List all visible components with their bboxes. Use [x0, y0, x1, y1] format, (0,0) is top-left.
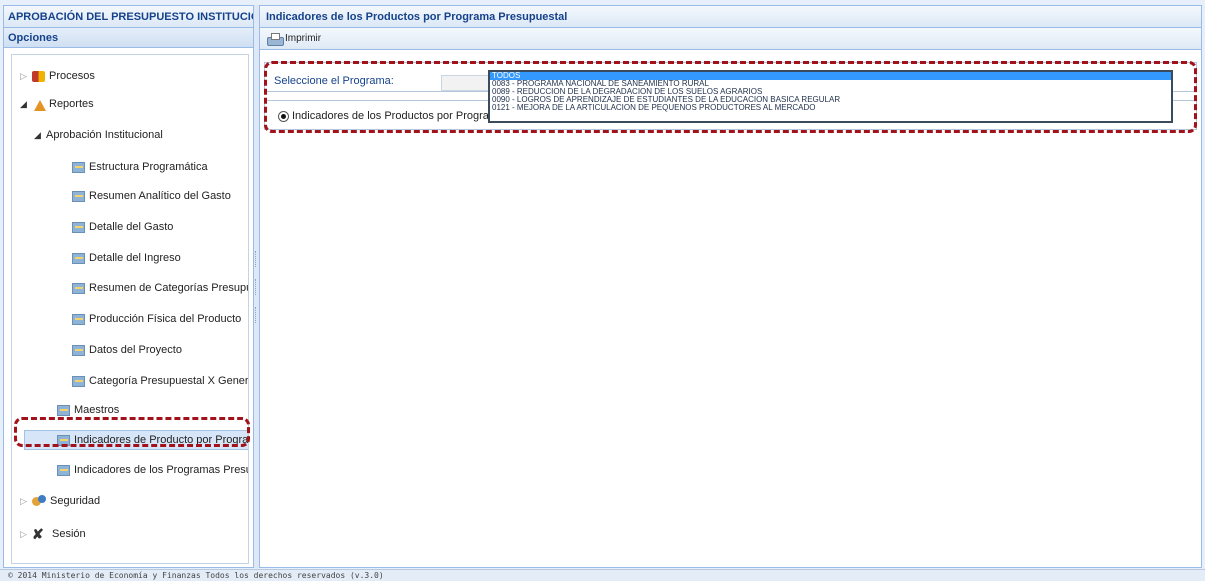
- report-leaf-icon: [72, 314, 85, 325]
- print-button[interactable]: Imprimir: [264, 30, 324, 48]
- report-leaf-icon: [72, 376, 85, 387]
- tree-item-datos-proyecto[interactable]: Datos del Proyecto: [72, 341, 182, 359]
- books-icon: [32, 70, 45, 82]
- tree-label: Datos del Proyecto: [89, 344, 182, 356]
- tree-label: Resumen de Categorías Presupuestales: [89, 282, 249, 294]
- tree-node-aprobacion[interactable]: ◢ Aprobación Institucional: [34, 126, 163, 144]
- panel-title: APROBACIÓN DEL PRESUPUESTO INSTITUCIONAL: [4, 6, 253, 28]
- report-leaf-icon: [57, 405, 70, 416]
- tree-node-sesion[interactable]: ▷ ✘ Sesión: [20, 525, 86, 543]
- footer-copyright: © 2014 Ministerio de Economía y Finanzas…: [0, 569, 1205, 581]
- tree-item-detalle-ingreso[interactable]: Detalle del Ingreso: [72, 249, 181, 267]
- tree-label: Procesos: [49, 70, 95, 82]
- tree-item-indicadores-programas[interactable]: Indicadores de los Programas Presupuesta…: [57, 461, 248, 479]
- app-window: APROBACIÓN DEL PRESUPUESTO INSTITUCIONAL…: [0, 0, 1205, 581]
- tree-label: Sesión: [52, 528, 86, 540]
- expand-arrow-icon[interactable]: ▷: [20, 67, 32, 85]
- collapse-arrow-icon[interactable]: ◢: [34, 126, 46, 144]
- report-leaf-icon: [72, 345, 85, 356]
- panel-subtitle: Opciones: [4, 28, 253, 48]
- tree-node-procesos[interactable]: ▷ Procesos: [20, 67, 95, 85]
- report-leaf-icon: [72, 162, 85, 173]
- tree-item-detalle-gasto[interactable]: Detalle del Gasto: [72, 218, 173, 236]
- tree-label: Detalle del Gasto: [89, 221, 174, 233]
- tree-node-reportes[interactable]: ◢ Reportes: [20, 95, 94, 113]
- printer-icon: [267, 32, 284, 46]
- tree-label: Aprobación Institucional: [46, 129, 163, 141]
- report-leaf-icon: [57, 465, 70, 476]
- tree-label: Indicadores de los Programas Presupuesta…: [74, 464, 248, 476]
- tree-item-produccion-fisica[interactable]: Producción Física del Producto: [72, 310, 241, 328]
- tree-node-seguridad[interactable]: ▷ Seguridad: [20, 492, 100, 510]
- report-leaf-icon: [72, 191, 85, 202]
- collapse-arrow-icon[interactable]: ◢: [20, 95, 32, 113]
- highlight-annotation: [14, 417, 250, 447]
- tree-item-resumen-categorias[interactable]: Resumen de Categorías Presupuestales: [72, 279, 249, 297]
- tree-item-categoria-generica[interactable]: Categoría Presupuestal X Generica: [72, 372, 249, 390]
- reports-icon: [32, 99, 46, 111]
- expand-arrow-icon[interactable]: ▷: [20, 525, 32, 543]
- tree-label: Resumen Analítico del Gasto: [89, 190, 231, 202]
- tree-label: Seguridad: [50, 495, 101, 507]
- tree-label: Estructura Programática: [89, 161, 208, 173]
- users-icon: [32, 494, 46, 508]
- tree-label: Reportes: [49, 98, 94, 110]
- highlight-annotation: [264, 61, 1197, 133]
- toolbar: Imprimir: [260, 28, 1201, 50]
- tree-item-estructura-programatica[interactable]: Estructura Programática: [72, 158, 208, 176]
- report-leaf-icon: [72, 253, 85, 264]
- report-title: Indicadores de los Productos por Program…: [260, 6, 1201, 28]
- options-tree: ▷ Procesos ◢ Reportes ◢ Aprobación Insti…: [11, 54, 249, 564]
- tree-label: Producción Física del Producto: [89, 313, 242, 325]
- report-leaf-icon: [72, 283, 85, 294]
- tree-label: Detalle del Ingreso: [89, 252, 181, 264]
- tools-icon: ✘: [32, 526, 44, 542]
- print-label: Imprimir: [285, 33, 322, 44]
- options-panel: APROBACIÓN DEL PRESUPUESTO INSTITUCIONAL…: [3, 5, 254, 568]
- tree-label: Categoría Presupuestal X Generica: [89, 375, 249, 387]
- tree-item-resumen-analitico[interactable]: Resumen Analítico del Gasto: [72, 187, 231, 205]
- report-leaf-icon: [72, 222, 85, 233]
- expand-arrow-icon[interactable]: ▷: [20, 492, 32, 510]
